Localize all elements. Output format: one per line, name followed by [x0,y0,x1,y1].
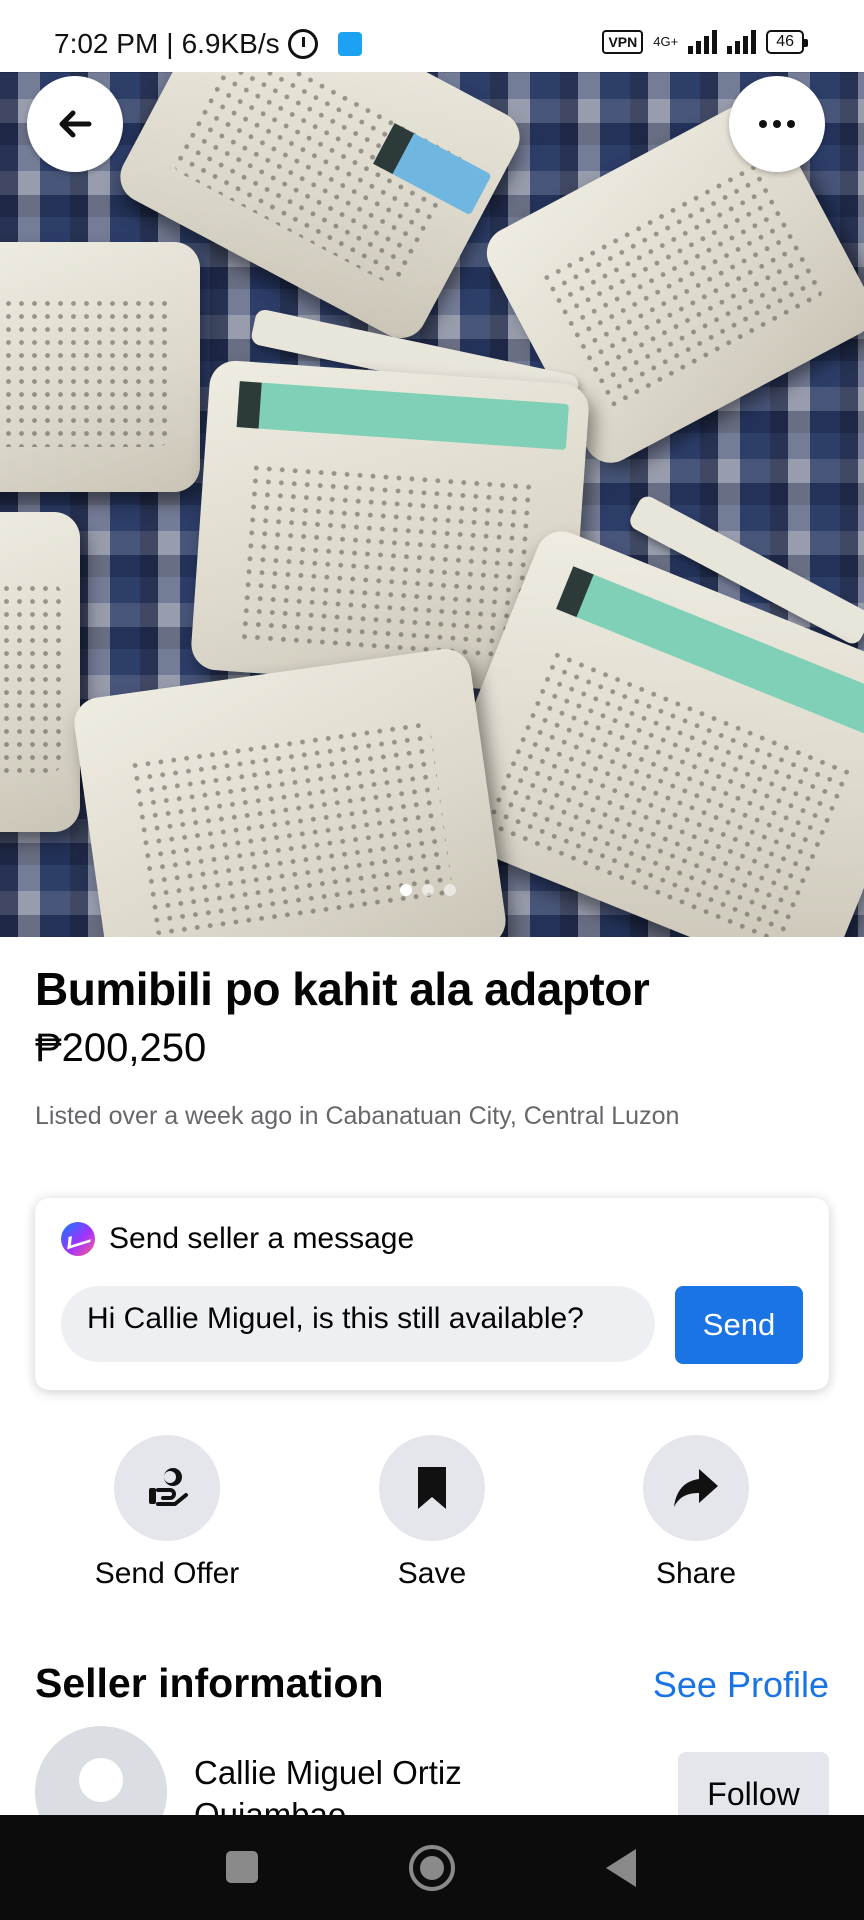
listing-price: ₱200,250 [35,1026,207,1070]
home-icon[interactable] [409,1845,455,1891]
router-image [0,512,80,832]
share-button[interactable] [643,1435,749,1541]
arrow-left-icon [59,110,92,138]
save-action[interactable]: Save [332,1435,532,1591]
status-right: VPN 4G+ 46 [602,30,808,54]
signal-icon [688,30,718,54]
seller-name[interactable]: Callie Miguel Ortiz Quiambao [194,1752,524,1816]
save-button[interactable] [379,1435,485,1541]
pager-dot[interactable] [444,884,456,896]
vpn-badge: VPN [602,30,644,54]
alarm-icon [287,29,318,59]
send-offer-icon [149,1468,188,1506]
save-label: Save [397,1557,467,1590]
messenger-icon [61,1222,95,1256]
seller-info-heading: Seller information [35,1660,384,1706]
network-type: 4G+ [653,34,679,49]
router-image [0,242,200,492]
more-options-button[interactable] [729,76,825,172]
share-action[interactable]: Share [596,1435,796,1591]
message-seller-card: Send seller a message Hi Callie Miguel, … [35,1198,829,1390]
back-button[interactable] [27,76,123,172]
pager-dot[interactable] [422,884,434,896]
status-left: 7:02 PM | 6.9KB/s [54,28,362,60]
bookmark-icon [418,1467,446,1509]
listing-photo[interactable] [0,72,864,937]
status-time: 7:02 PM [54,28,159,59]
see-profile-link[interactable]: See Profile [653,1664,829,1706]
pager-dot[interactable] [400,884,412,896]
twitter-icon [337,32,362,56]
listing-meta: Listed over a week ago in Cabanatuan Cit… [35,1102,680,1130]
signal-icon-2 [727,30,757,54]
photo-pager [400,884,456,896]
send-offer-label: Send Offer [94,1557,240,1590]
send-offer-action[interactable]: Send Offer [67,1435,267,1591]
listing-title: Bumibili po kahit ala adaptor [35,963,650,1015]
more-icon [759,120,795,128]
message-input[interactable]: Hi Callie Miguel, is this still availabl… [61,1286,655,1362]
share-label: Share [655,1557,737,1590]
battery-icon: 46 [766,30,808,54]
back-triangle-icon[interactable] [606,1849,636,1887]
system-nav-bar [0,1815,864,1920]
share-icon [674,1469,718,1507]
message-card-header: Send seller a message [61,1222,414,1256]
send-button[interactable]: Send [675,1286,803,1364]
status-bar: 7:02 PM | 6.9KB/s VPN 4G+ 46 [0,0,864,72]
status-speed: 6.9KB/s [181,28,280,59]
recents-icon[interactable] [226,1851,258,1883]
send-offer-button[interactable] [114,1435,220,1541]
action-row: Send Offer Save Share [0,1435,864,1595]
message-card-title: Send seller a message [109,1222,415,1255]
